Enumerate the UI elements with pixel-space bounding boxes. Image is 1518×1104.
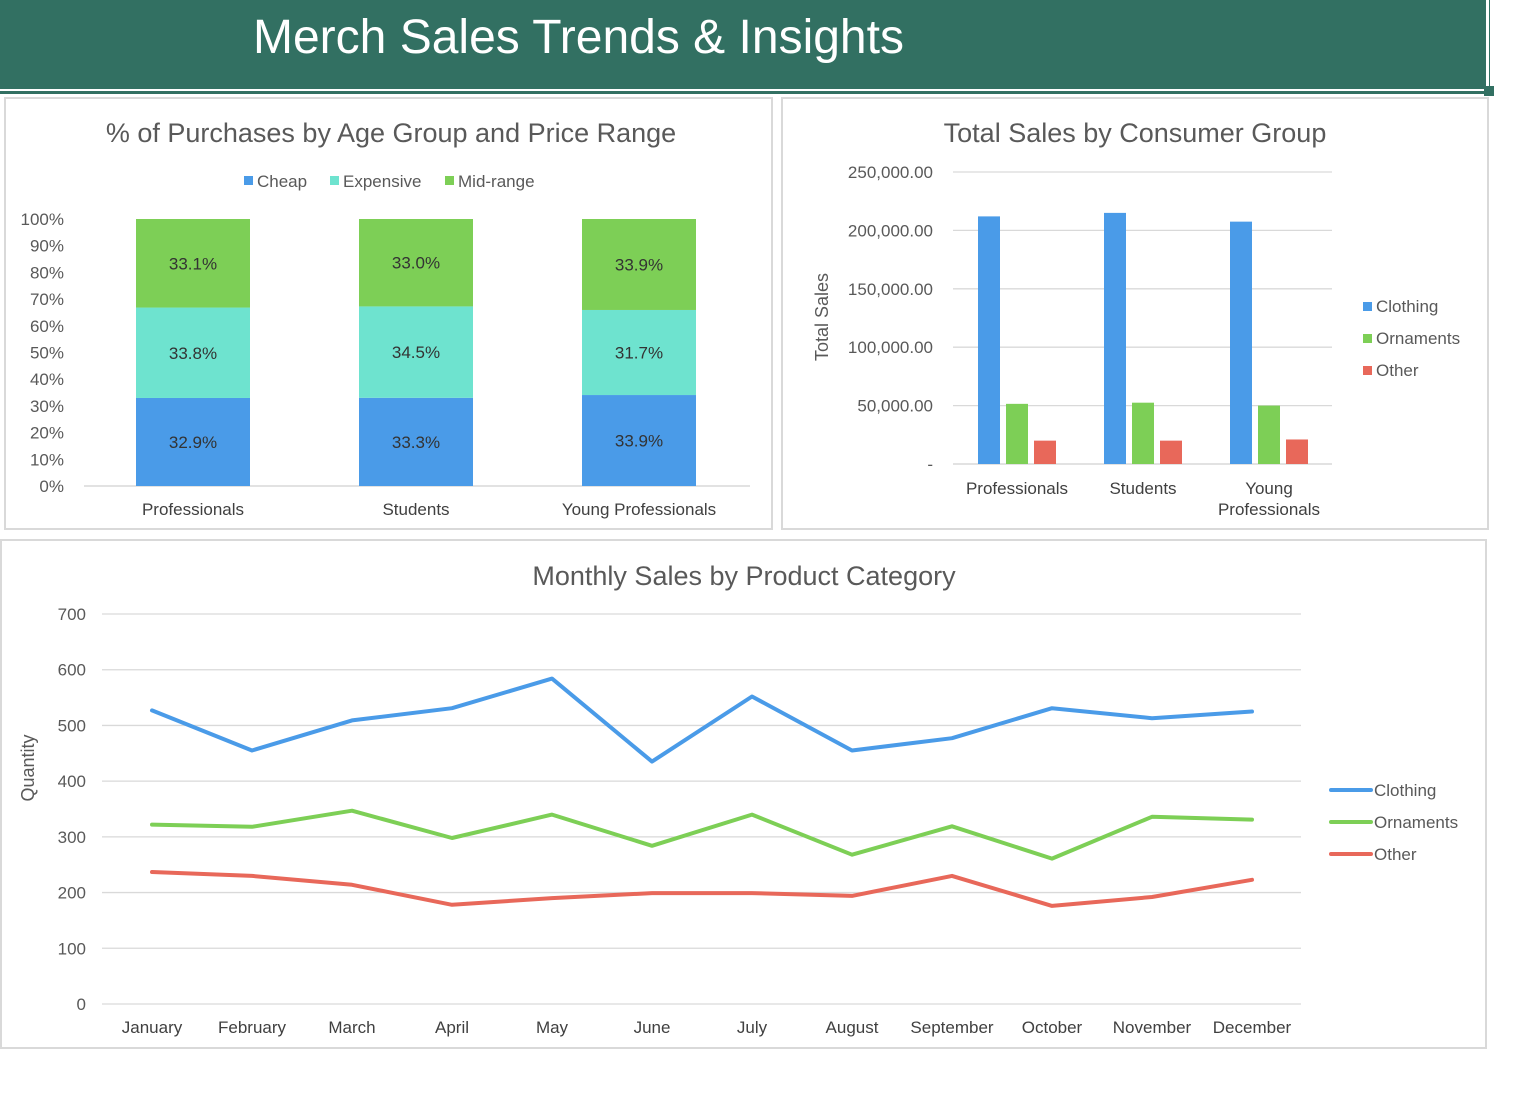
y-tick-label: 100% [21, 210, 64, 229]
legend-label: Other [1376, 361, 1419, 380]
y-tick-label: 30% [30, 397, 64, 416]
y-tick-label: 250,000.00 [848, 163, 933, 182]
legend-label: Ornaments [1376, 329, 1460, 348]
data-label: 32.9% [169, 433, 217, 452]
chart-title: Total Sales by Consumer Group [944, 118, 1327, 148]
x-tick-label: October [1022, 1018, 1083, 1037]
y-tick-label: 80% [30, 263, 64, 282]
chart-title: % of Purchases by Age Group and Price Ra… [106, 118, 676, 148]
legend-label: Ornaments [1374, 813, 1458, 832]
x-tick-label: Students [382, 500, 449, 519]
x-tick-label: February [218, 1018, 287, 1037]
x-tick-label: January [122, 1018, 183, 1037]
data-label: 31.7% [615, 344, 663, 363]
chart-panel-monthly: Monthly Sales by Product Category Quanti… [0, 539, 1487, 1049]
legend-label: Other [1374, 845, 1417, 864]
x-tick-label: April [435, 1018, 469, 1037]
series-line-other [150, 870, 1254, 908]
header-corner-marker [1484, 86, 1494, 96]
x-tick-label: November [1113, 1018, 1192, 1037]
x-tick-label: June [634, 1018, 671, 1037]
y-axis-label: Total Sales [812, 273, 832, 361]
header-banner: Merch Sales Trends & Insights [0, 0, 1490, 89]
legend-swatch [244, 176, 253, 185]
legend-swatch [330, 176, 339, 185]
data-label: 33.1% [169, 254, 217, 273]
y-tick-label: 10% [30, 450, 64, 469]
y-tick-label: 300 [58, 828, 86, 847]
data-label: 33.3% [392, 433, 440, 452]
bar [1160, 440, 1182, 464]
legend-label: Clothing [1376, 297, 1438, 316]
series-line-ornaments [150, 808, 1254, 861]
data-label: 33.9% [615, 432, 663, 451]
x-tick-label: July [737, 1018, 768, 1037]
legend-label: Expensive [343, 172, 421, 191]
purchases-chart: % of Purchases by Age Group and Price Ra… [21, 118, 750, 519]
x-tick-label: Professionals [966, 479, 1068, 498]
bar [1230, 221, 1252, 464]
y-tick-label: 50,000.00 [857, 397, 933, 416]
legend-label: Mid-range [458, 172, 535, 191]
bar [1006, 403, 1028, 464]
y-tick-label: 600 [58, 661, 86, 680]
y-tick-label: 700 [58, 605, 86, 624]
y-tick-label: 100,000.00 [848, 338, 933, 357]
data-label: 33.9% [615, 255, 663, 274]
x-tick-label: Young Professionals [1218, 479, 1320, 519]
y-axis-label: Quantity [18, 734, 38, 801]
total-sales-chart: Total Sales by Consumer Group Total Sale… [812, 118, 1460, 519]
bar [978, 216, 1000, 464]
data-label: 33.8% [169, 344, 217, 363]
y-tick-label: 0 [77, 995, 86, 1014]
data-label: 34.5% [392, 343, 440, 362]
monthly-sales-chart: Monthly Sales by Product Category Quanti… [18, 561, 1458, 1037]
header-underline [0, 91, 1486, 94]
bar [1258, 405, 1280, 464]
legend-swatch [1363, 302, 1372, 311]
chart-panel-total-sales: Total Sales by Consumer Group Total Sale… [781, 97, 1489, 530]
bar [1286, 439, 1308, 464]
y-tick-label: - [927, 455, 933, 474]
page-title: Merch Sales Trends & Insights [253, 11, 904, 64]
y-tick-label: 500 [58, 716, 86, 735]
y-tick-label: 50% [30, 344, 64, 363]
x-tick-label: Professionals [142, 500, 244, 519]
y-tick-label: 40% [30, 370, 64, 389]
legend-label: Clothing [1374, 781, 1436, 800]
x-tick-label: September [910, 1018, 993, 1037]
x-tick-label: Young Professionals [562, 500, 716, 519]
legend-swatch [1363, 366, 1372, 375]
y-tick-label: 150,000.00 [848, 280, 933, 299]
y-tick-label: 90% [30, 237, 64, 256]
bar [1034, 440, 1056, 464]
x-tick-label: Students [1109, 479, 1176, 498]
y-tick-label: 200 [58, 884, 86, 903]
bar [1132, 402, 1154, 464]
data-label: 33.0% [392, 254, 440, 273]
y-tick-label: 60% [30, 317, 64, 336]
series-line-clothing [150, 676, 1254, 764]
x-tick-label: March [328, 1018, 375, 1037]
y-tick-label: 100 [58, 939, 86, 958]
y-tick-label: 0% [39, 477, 64, 496]
y-tick-label: 400 [58, 772, 86, 791]
y-tick-label: 20% [30, 424, 64, 443]
legend-label: Cheap [257, 172, 307, 191]
bar [1104, 212, 1126, 464]
x-tick-label: August [826, 1018, 879, 1037]
chart-panel-purchases: % of Purchases by Age Group and Price Ra… [4, 97, 773, 530]
y-tick-label: 70% [30, 290, 64, 309]
legend-swatch [445, 176, 454, 185]
chart-title: Monthly Sales by Product Category [532, 561, 956, 591]
y-tick-label: 200,000.00 [848, 221, 933, 240]
legend-swatch [1363, 334, 1372, 343]
x-tick-label: December [1213, 1018, 1292, 1037]
x-tick-label: May [536, 1018, 569, 1037]
